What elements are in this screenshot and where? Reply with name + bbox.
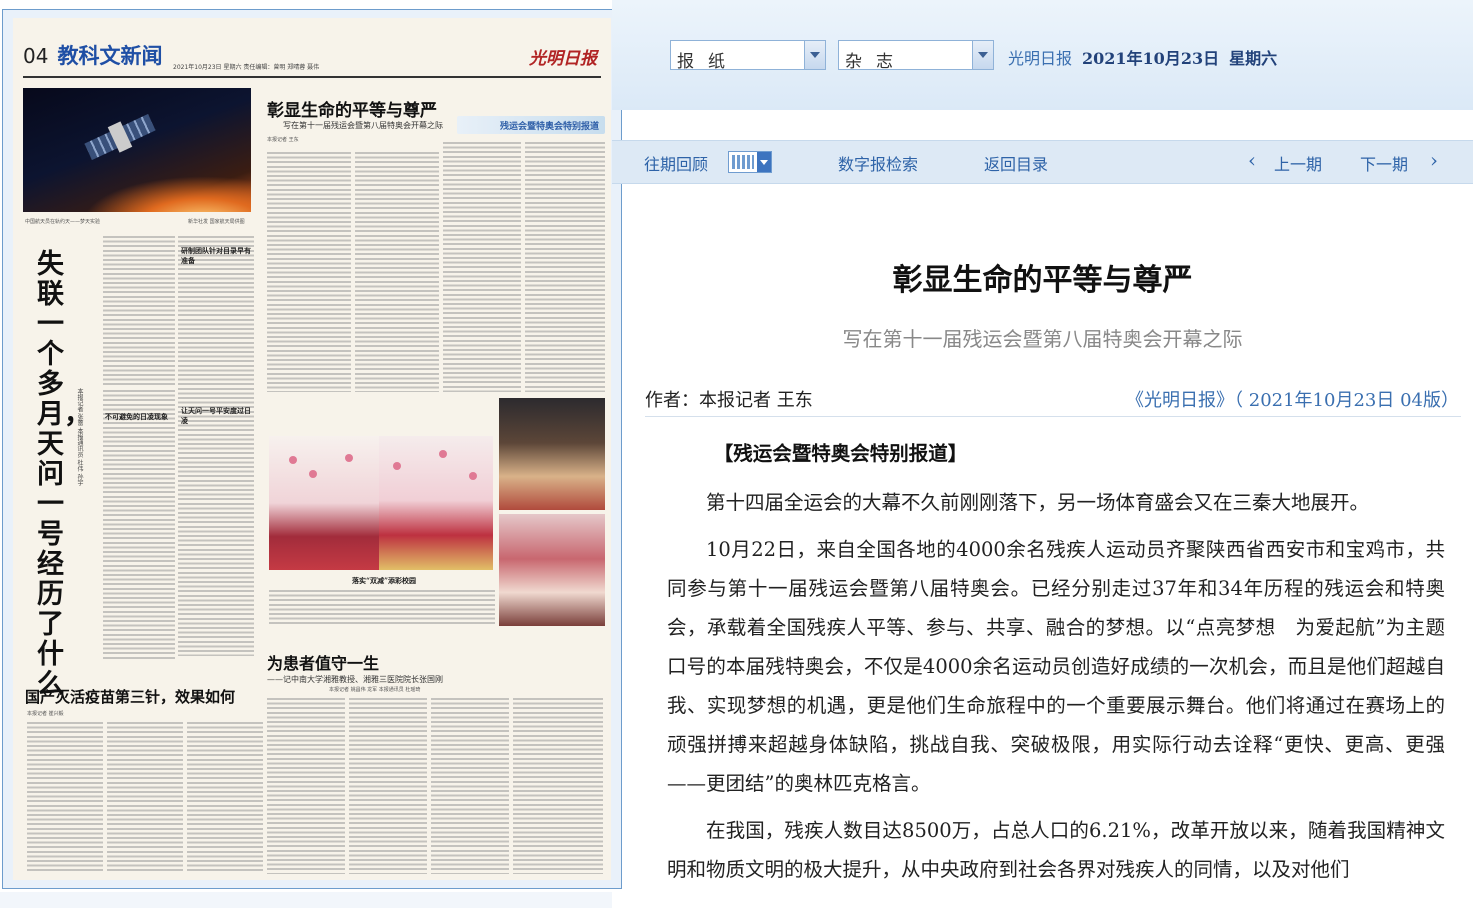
article-paragraph: 在我国，残疾人数目达8500万，占总人口的6.21%，改革开放以来，随着我国精神… (667, 819, 1445, 881)
article-headline-paralympics[interactable]: 彰显生命的平等与尊严 (267, 96, 437, 121)
article-text-block[interactable] (443, 142, 521, 392)
article-author: 作者：本报记者 王东 (645, 390, 813, 411)
subheading: 研制团队针对目录早有准备 (181, 246, 251, 265)
article-headline-doctor[interactable]: 为患者值守一生 (267, 650, 379, 674)
page-masthead: 04 教科文新闻 (23, 40, 163, 70)
newspaper-page-frame: 04 教科文新闻 2021年10月23日 星期六 责任编辑：曾明 郑晴蓉 聂伟 … (2, 9, 622, 889)
chevron-right-icon[interactable]: › (1430, 148, 1438, 172)
hero-credit: 新华社发 国家航天局供图 (188, 219, 245, 225)
article-text-block[interactable] (355, 152, 439, 392)
horizontal-scrollbar[interactable] (0, 892, 612, 908)
photo-school-performance[interactable] (379, 436, 493, 570)
divider (645, 416, 1461, 417)
article-text-block[interactable] (103, 390, 175, 660)
calendar-picker[interactable] (728, 151, 772, 173)
article-text-block[interactable] (178, 236, 254, 656)
article-text-block[interactable] (267, 152, 351, 392)
issue-date: 2021年10月23日 (1082, 49, 1220, 68)
newspaper-logo: 光明日报 (529, 49, 597, 69)
article-subhead-doctor: ——记中南大学湘雅教授、湘雅三医院院长张国刚 (267, 675, 443, 684)
article-text-block[interactable] (187, 722, 263, 872)
article-text-block[interactable] (513, 698, 603, 874)
magazine-type-select[interactable]: 杂志 (838, 40, 994, 72)
masthead-meta: 2021年10月23日 星期六 责任编辑：曾明 郑晴蓉 聂伟 (173, 64, 320, 71)
hero-caption: 中国航天员在轨约天——梦天实验 (25, 219, 101, 225)
article-subhead-paralympics: 写在第十一届残运会暨第八届特奥会开幕之际 (283, 121, 443, 130)
hero-photo-space[interactable] (23, 88, 251, 212)
photo-school-performance[interactable] (269, 436, 379, 570)
article-text-block[interactable] (431, 698, 509, 874)
subheading: 不可避免的日凌现象 (105, 412, 168, 421)
article-byline-paralympics: 本报记者 王东 (267, 137, 299, 143)
article-text-block[interactable] (267, 698, 345, 874)
article-body: 【残运会暨特奥会特别报道】 第十四届全运会的大幕不久前刚刚落下，另一场体育盛会又… (667, 434, 1445, 897)
article-text-block[interactable] (27, 722, 103, 872)
masthead-rule (23, 76, 601, 78)
paper-type-select[interactable]: 报纸 (670, 40, 826, 72)
article-source[interactable]: 《光明日报》（ 2021年10月23日 04版） (1126, 386, 1459, 412)
article-paragraph: 10月22日，来自全国各地的4000余名残疾人运动员齐聚陕西省西安市和宝鸡市，共… (667, 538, 1445, 795)
back-to-toc-link[interactable]: 返回目录 (984, 151, 1048, 175)
issue-weekday: 星期六 (1229, 49, 1278, 68)
prev-issue-link[interactable]: 上一期 (1274, 151, 1322, 175)
article-title: 彰显生命的平等与尊严 (892, 263, 1193, 298)
chevron-down-icon[interactable] (972, 41, 993, 69)
special-report-badge: 残运会暨特奥会特别报道 (457, 116, 605, 134)
photo-school-calligraphy[interactable] (499, 398, 605, 510)
article-headline-tianwen[interactable]: 失联一个多月，天问一号经历了什么 (37, 250, 91, 700)
next-issue-link[interactable]: 下一期 (1360, 151, 1408, 175)
chevron-down-icon[interactable] (804, 41, 825, 69)
article-byline-tianwen: 本报记者 张蕾 本报通讯员 杜伟 孙宇 (76, 388, 83, 486)
past-issues-link[interactable]: 往期回顾 (644, 151, 708, 175)
newspaper-page-image[interactable]: 04 教科文新闻 2021年10月23日 星期六 责任编辑：曾明 郑晴蓉 聂伟 … (13, 18, 611, 880)
digital-search-link[interactable]: 数字报检索 (838, 151, 918, 175)
article-text-block[interactable] (103, 236, 175, 386)
article-subtitle: 写在第十一届残运会暨第八届特奥会开幕之际 (842, 327, 1243, 351)
photo-caption: 落实“双减”添彩校园 (351, 576, 417, 585)
article-lead-tag: 【残运会暨特奥会特别报道】 (713, 442, 968, 465)
paper-name: 光明日报 (1008, 49, 1073, 68)
article-text-block[interactable] (107, 722, 183, 872)
article-headline-vaccine[interactable]: 国产灭活疫苗第三针，效果如何 (25, 686, 235, 707)
photo-caption-text (269, 590, 495, 626)
page-number: 04 (23, 44, 49, 68)
satellite-illustration (84, 114, 156, 160)
article-text-block[interactable] (349, 698, 427, 874)
article-text-block[interactable] (525, 142, 605, 392)
article-byline-doctor: 本报记者 姚昌伟 龙军 本报通讯员 杜瑶琦 (329, 687, 421, 693)
section-title: 教科文新闻 (57, 44, 163, 68)
chevron-left-icon[interactable]: ‹ (1248, 148, 1256, 172)
subheading: 让天问一号平安度过日凌 (181, 406, 251, 425)
article-paragraph: 第十四届全运会的大幕不久前刚刚落下，另一场体育盛会又在三秦大地展开。 (706, 491, 1370, 514)
issue-dateline: 光明日报 2021年10月23日 星期六 (1008, 45, 1277, 69)
photo-school-opera[interactable] (499, 514, 605, 626)
chevron-down-icon[interactable] (757, 152, 771, 172)
nav-bar: 往期回顾 数字报检索 返回目录 ‹ 上一期 下一期 › (612, 140, 1473, 184)
article-byline-vaccine: 本报记者 崔兴毅 (27, 711, 64, 717)
calendar-icon (732, 155, 754, 169)
